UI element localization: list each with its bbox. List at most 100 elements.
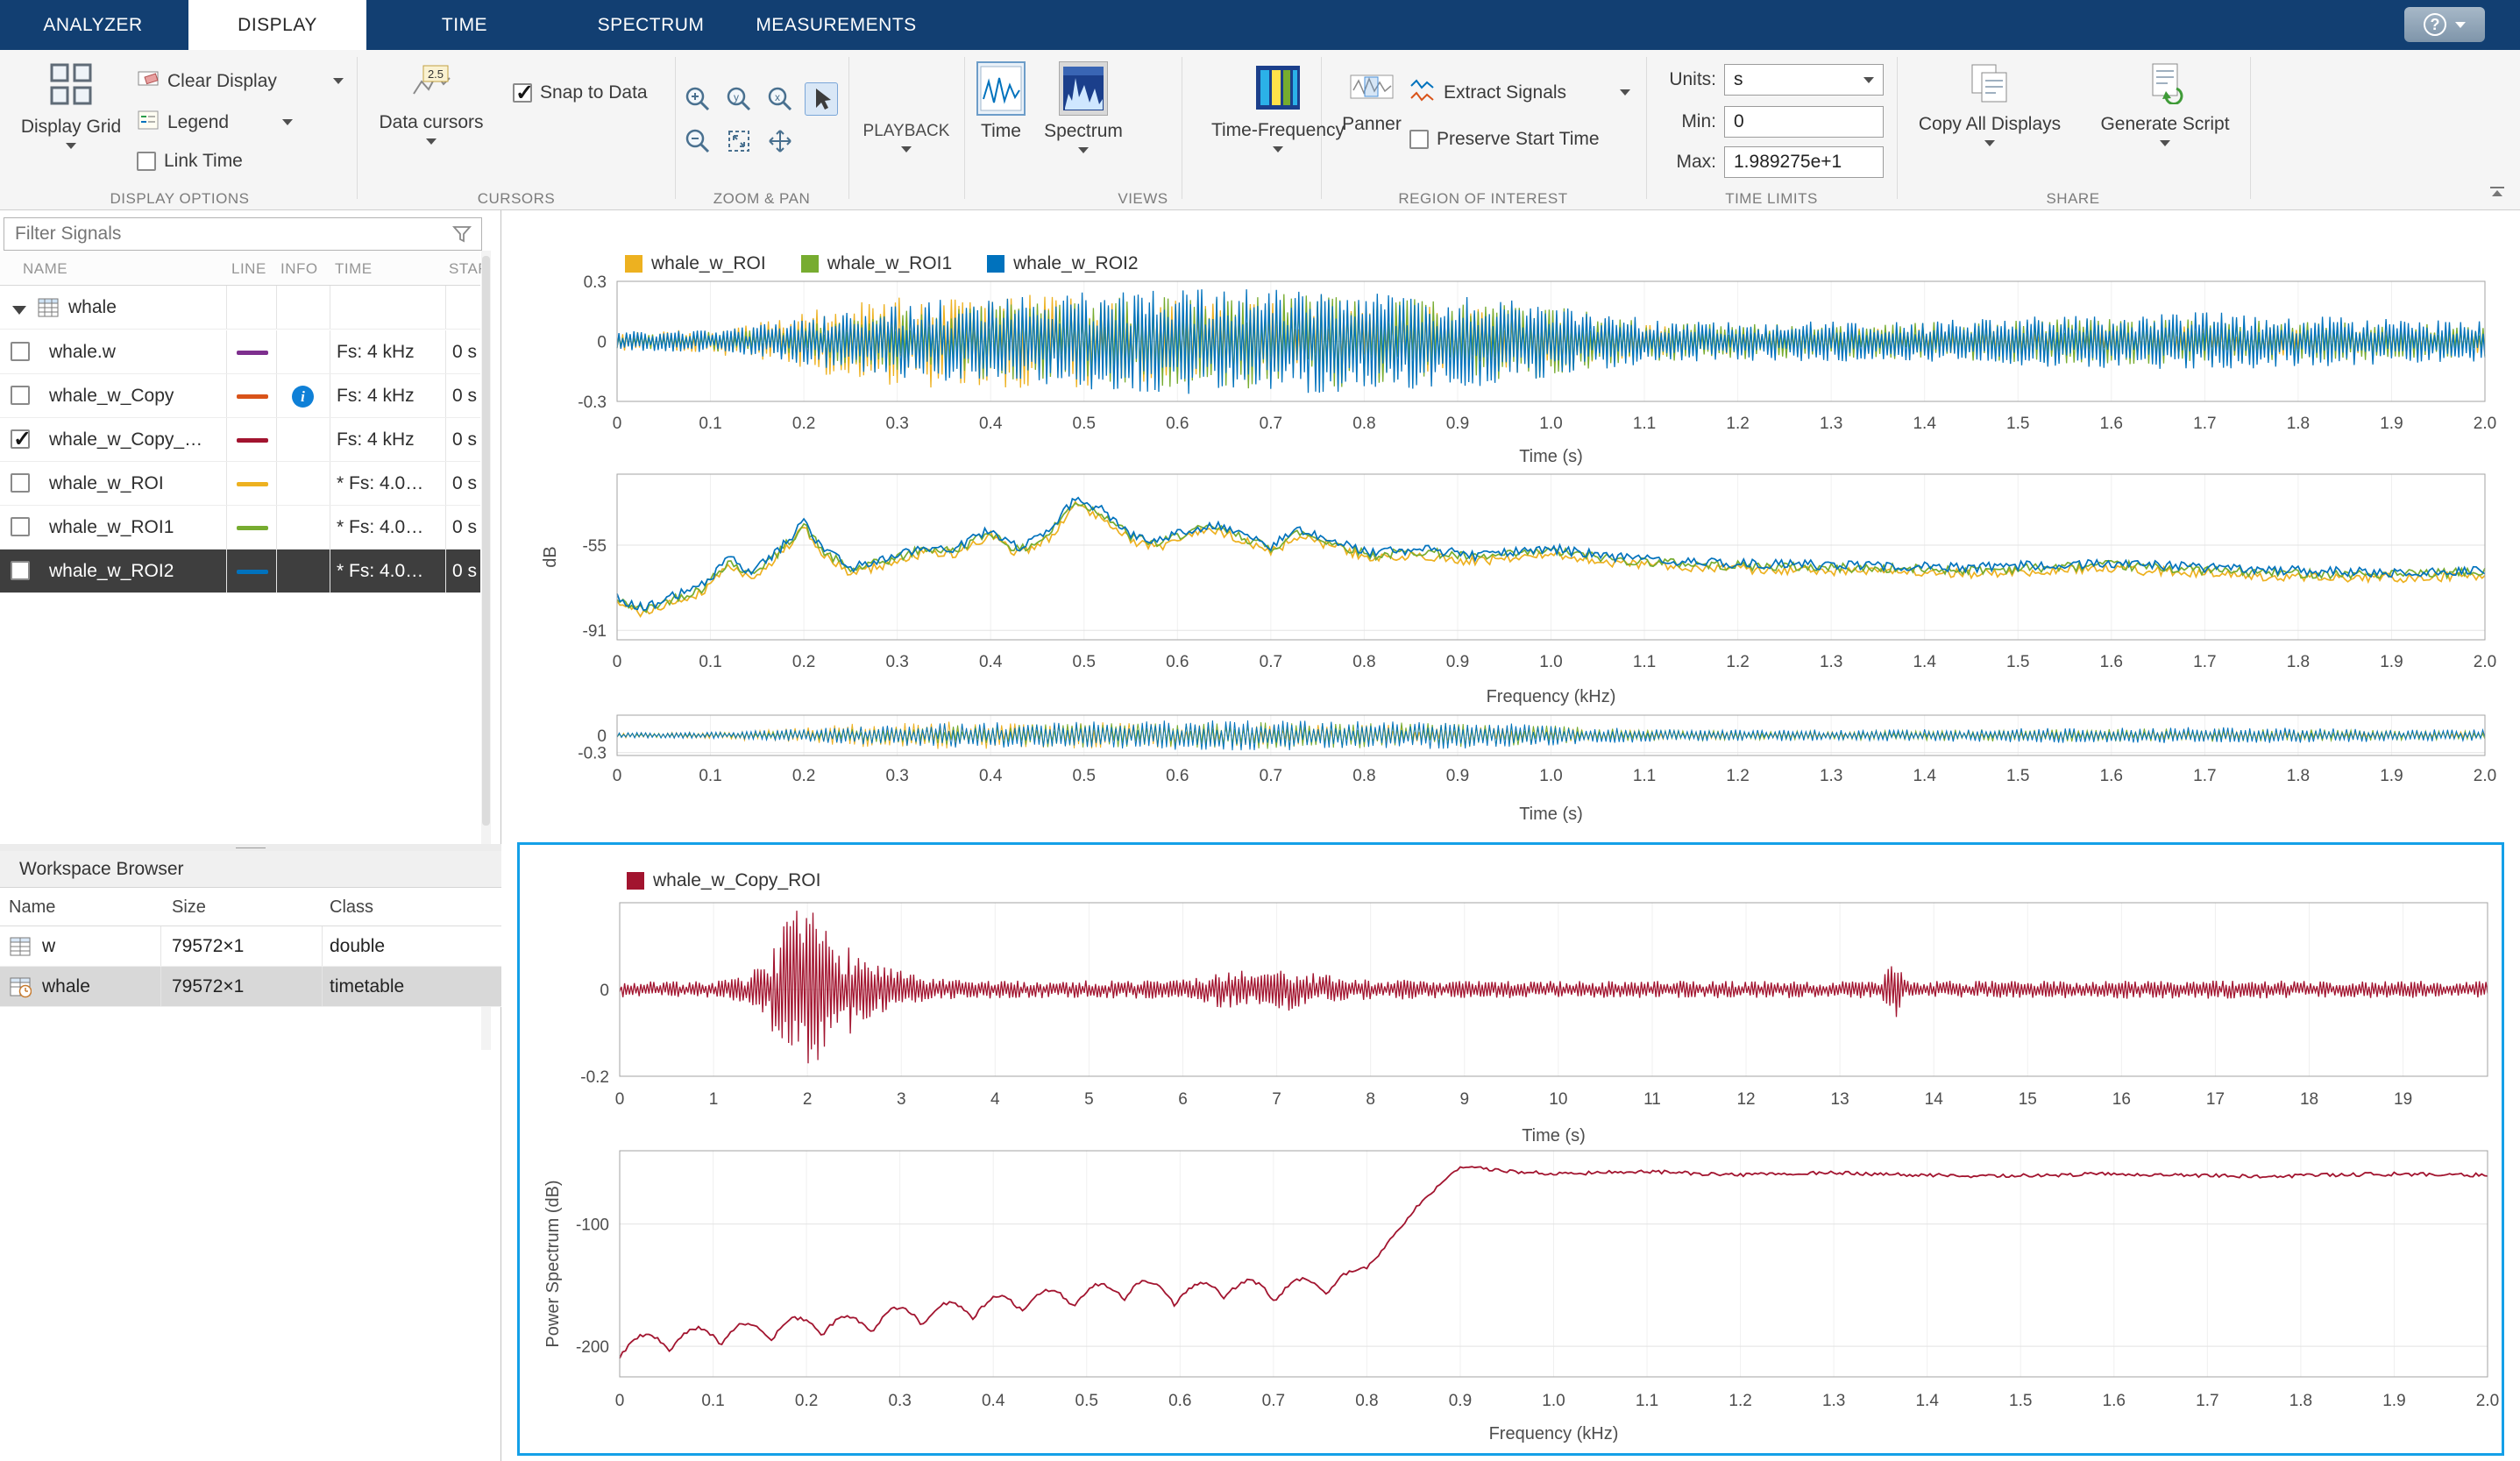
svg-text:0: 0 [613, 653, 622, 671]
svg-text:0: 0 [597, 727, 607, 746]
link-time-checkbox[interactable] [137, 152, 156, 171]
tab-display[interactable]: DISPLAY [188, 0, 366, 50]
col-header-info[interactable]: INFO [280, 260, 318, 278]
time-frequency-view-button[interactable]: Time-Frequency [1199, 65, 1357, 152]
signal-group-row[interactable]: whale [0, 286, 480, 330]
svg-text:1.6: 1.6 [2100, 415, 2123, 433]
workspace-row[interactable]: whale 79572×1 timetable [0, 967, 501, 1007]
link-time-checkbox-row[interactable]: Link Time [137, 151, 243, 172]
chevron-down-icon [1984, 140, 1995, 146]
minimize-ribbon-icon[interactable] [2486, 183, 2509, 201]
info-icon[interactable]: i [292, 386, 314, 408]
playback-gallery-button[interactable]: PLAYBACK [852, 122, 961, 152]
zoom-in-y-button[interactable]: y [722, 82, 756, 116]
signal-checkbox[interactable] [11, 386, 30, 405]
ws-col-class[interactable]: Class [330, 897, 373, 918]
pointer-tool-button[interactable] [805, 82, 838, 116]
svg-text:1.8: 1.8 [2287, 415, 2310, 433]
units-value: s [1734, 69, 1743, 90]
signal-checkbox[interactable] [11, 561, 30, 580]
signal-analyzer-app: ANALYZER DISPLAY TIME SPECTRUM MEASUREME… [0, 0, 2520, 1461]
svg-text:0.9: 0.9 [1446, 415, 1469, 433]
table-row[interactable]: whale_w_Copy i Fs: 4 kHz 0 s [0, 374, 480, 418]
svg-text:1.4: 1.4 [1913, 767, 1936, 785]
table-row[interactable]: whale_w_ROI2 i * Fs: 4.0… 0 s [0, 550, 480, 593]
table-row[interactable]: whale_w_ROI i * Fs: 4.0… 0 s [0, 462, 480, 506]
workspace-table-header: Name Size Class [0, 888, 501, 926]
filter-icon [452, 224, 472, 248]
panner-button[interactable]: Panner [1341, 69, 1402, 135]
signal-checkbox[interactable] [11, 517, 30, 536]
data-cursors-label: Data cursors [379, 112, 483, 133]
display-1[interactable]: whale_w_ROI whale_w_ROI1 whale_w_ROI2 00… [517, 225, 2502, 839]
display-grid-icon [48, 61, 94, 111]
legend-item[interactable]: whale_w_ROI1 [801, 253, 952, 274]
svg-text:0.3: 0.3 [584, 273, 607, 292]
ws-col-size[interactable]: Size [172, 897, 206, 918]
max-time-input[interactable] [1724, 146, 1884, 178]
clear-display-button[interactable]: Clear Display [137, 67, 344, 95]
display-grid-button[interactable]: Display Grid [23, 61, 119, 149]
legend-item[interactable]: whale_w_Copy_ROI [627, 870, 820, 891]
svg-text:0.7: 0.7 [1260, 653, 1282, 671]
svg-text:1.8: 1.8 [2289, 1392, 2312, 1410]
copy-all-displays-button[interactable]: Copy All Displays [1920, 62, 2060, 146]
table-row[interactable]: whale_w_ROI1 i * Fs: 4.0… 0 s [0, 506, 480, 550]
section-share: SHARE [2046, 190, 2099, 208]
workspace-row[interactable]: w 79572×1 double [0, 926, 501, 967]
display-2-chart[interactable]: 0123456789101112131415161718190-0.2Time … [520, 845, 2502, 1453]
tab-analyzer[interactable]: ANALYZER [23, 0, 163, 50]
table-row[interactable]: whale.w i Fs: 4 kHz 0 s [0, 330, 480, 374]
legend-label: Legend [167, 112, 229, 133]
legend-item[interactable]: whale_w_ROI2 [987, 253, 1138, 274]
zoom-x-axis-button[interactable]: x [763, 82, 797, 116]
preserve-start-time-checkbox-row[interactable]: Preserve Start Time [1409, 129, 1600, 150]
col-header-line[interactable]: LINE [231, 260, 266, 278]
display-1-chart[interactable]: 00.10.20.30.40.50.60.70.80.91.01.11.21.3… [517, 225, 2502, 839]
panel-splitter[interactable] [0, 844, 501, 851]
svg-text:0.1: 0.1 [701, 1392, 724, 1410]
extract-signals-icon [1409, 77, 1436, 108]
zoom-out-button[interactable] [681, 124, 714, 158]
tab-spectrum[interactable]: SPECTRUM [565, 0, 736, 50]
data-cursors-button[interactable]: 2.5 Data cursors [377, 64, 486, 145]
zoom-in-icon [684, 85, 712, 113]
svg-text:0.7: 0.7 [1260, 415, 1282, 433]
min-time-input[interactable] [1724, 106, 1884, 138]
tab-time[interactable]: TIME [399, 0, 530, 50]
pan-button[interactable] [763, 124, 797, 158]
units-dropdown[interactable]: s [1724, 64, 1884, 96]
spectrum-view-button[interactable]: Spectrum [1035, 61, 1132, 153]
snap-to-data-checkbox-row[interactable]: Snap to Data [513, 82, 648, 103]
svg-text:-0.2: -0.2 [580, 1068, 609, 1087]
preserve-start-time-checkbox[interactable] [1409, 130, 1429, 149]
fit-to-view-button[interactable] [722, 124, 756, 158]
col-header-time[interactable]: TIME [335, 260, 373, 278]
tab-measurements[interactable]: MEASUREMENTS [743, 0, 929, 50]
filter-signals-input[interactable] [4, 217, 482, 251]
collapse-triangle-icon[interactable] [12, 303, 26, 319]
ws-col-name[interactable]: Name [9, 897, 55, 918]
legend-button[interactable]: Legend [137, 109, 293, 136]
svg-text:2.0: 2.0 [2476, 1392, 2499, 1410]
svg-text:1.0: 1.0 [1542, 1392, 1565, 1410]
generate-script-button[interactable]: Generate Script [2095, 62, 2235, 146]
help-button[interactable]: ? [2404, 7, 2485, 42]
signal-checkbox[interactable] [11, 342, 30, 361]
display-2[interactable]: whale_w_Copy_ROI 01234567891011121314151… [517, 842, 2504, 1456]
col-header-name[interactable]: NAME [23, 260, 67, 278]
signal-checkbox[interactable] [11, 429, 30, 449]
zoom-in-x-button[interactable] [681, 82, 714, 116]
svg-text:-55: -55 [583, 537, 607, 556]
snap-to-data-checkbox[interactable] [513, 83, 532, 103]
time-view-button[interactable]: Time [975, 61, 1027, 142]
svg-text:1.3: 1.3 [1820, 653, 1842, 671]
extract-signals-button[interactable]: Extract Signals [1409, 77, 1630, 108]
legend-item[interactable]: whale_w_ROI [625, 253, 766, 274]
zoom-out-icon [684, 127, 712, 155]
signal-name: whale_w_ROI2 [49, 550, 174, 593]
table-row[interactable]: whale_w_Copy_… i Fs: 4 kHz 0 s [0, 418, 480, 462]
signal-checkbox[interactable] [11, 473, 30, 493]
svg-text:1.9: 1.9 [2380, 767, 2403, 785]
svg-text:0.3: 0.3 [885, 653, 908, 671]
